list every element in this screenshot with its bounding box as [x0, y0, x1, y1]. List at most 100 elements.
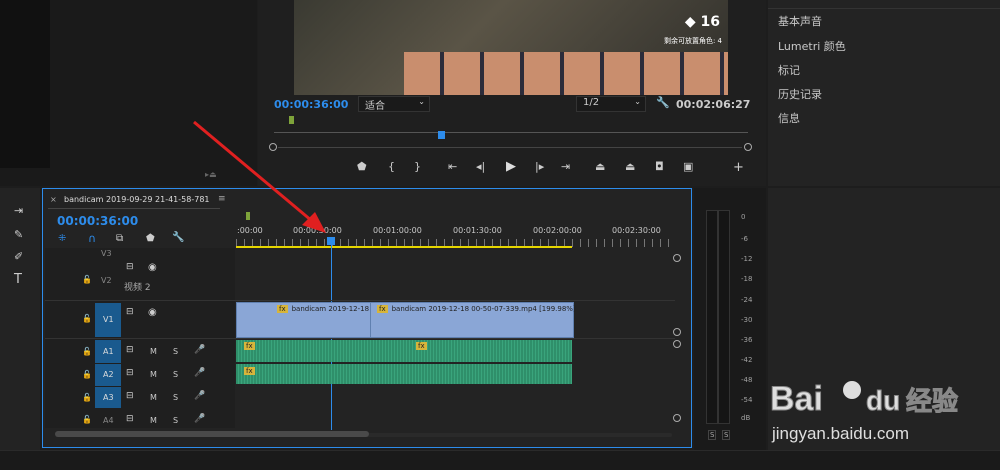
- nest-icon[interactable]: ⁜: [58, 233, 66, 244]
- eye-icon[interactable]: ◉: [148, 262, 157, 273]
- baidu-logo: Bai du 经验: [770, 372, 990, 422]
- program-scrubber[interactable]: [274, 132, 748, 133]
- audio-clip-a2[interactable]: fx: [236, 364, 572, 384]
- video-clip[interactable]: fx bandicam 2019-12-18 00-50-07-339.mp4 […: [370, 302, 576, 338]
- track-select-icon[interactable]: ⇥: [14, 204, 23, 217]
- lock-icon[interactable]: 🔓: [82, 393, 92, 402]
- svg-text:Bai: Bai: [770, 380, 823, 418]
- ruler-label: :00:00: [237, 226, 263, 235]
- eye-icon[interactable]: ◉: [148, 307, 157, 318]
- linked-selection-icon[interactable]: ⧉: [116, 233, 123, 244]
- character-portraits: [404, 52, 728, 95]
- menu-markers[interactable]: 标记: [778, 62, 800, 78]
- scroll-handle-bottom[interactable]: [673, 414, 681, 422]
- meter-solo-right[interactable]: S: [722, 430, 731, 440]
- mute-button[interactable]: M: [150, 416, 157, 425]
- ruler-label: 00:01:00:00: [373, 226, 422, 235]
- solo-button[interactable]: S: [173, 416, 178, 425]
- meter-label: -12: [741, 255, 753, 263]
- fit-label: 适合: [365, 101, 385, 112]
- microphone-icon[interactable]: 🎤: [194, 414, 205, 424]
- mute-button[interactable]: M: [150, 393, 157, 402]
- track-label-a3[interactable]: A3: [103, 393, 114, 402]
- sync-icon[interactable]: ⊟: [126, 307, 134, 317]
- audio-clip-a1[interactable]: fx fx: [236, 340, 572, 362]
- ruler-in-marker[interactable]: [246, 212, 250, 220]
- step-back-icon[interactable]: ◂|: [476, 160, 485, 173]
- mute-button[interactable]: M: [150, 347, 157, 356]
- step-forward-icon[interactable]: |▸: [535, 160, 544, 173]
- fit-dropdown[interactable]: 适合 ⌄: [358, 96, 430, 112]
- add-marker-icon[interactable]: ⬟: [146, 233, 155, 244]
- lock-icon[interactable]: 🔓: [82, 314, 92, 323]
- sync-icon[interactable]: ⊟: [126, 345, 134, 355]
- microphone-icon[interactable]: 🎤: [194, 391, 205, 401]
- menu-info[interactable]: 信息: [778, 110, 800, 126]
- solo-button[interactable]: S: [173, 393, 178, 402]
- in-point-marker[interactable]: [289, 116, 294, 124]
- meter-solo-left[interactable]: S: [708, 430, 717, 440]
- timeline-hscroll-thumb[interactable]: [55, 431, 369, 437]
- snap-icon[interactable]: ∩: [88, 232, 96, 245]
- go-to-out-icon[interactable]: ⇥: [561, 160, 570, 173]
- timeline-timecode[interactable]: 00:00:36:00: [57, 214, 138, 228]
- track-label-v1[interactable]: V1: [103, 315, 114, 324]
- type-tool-icon[interactable]: T: [14, 272, 22, 287]
- menu-lumetri-color[interactable]: Lumetri 颜色: [778, 38, 846, 54]
- scroll-handle-top[interactable]: [673, 254, 681, 262]
- extract-icon[interactable]: ⏏: [625, 160, 635, 173]
- track-label-a2[interactable]: A2: [103, 370, 114, 379]
- mute-button[interactable]: M: [150, 370, 157, 379]
- track-label-a1[interactable]: A1: [103, 347, 114, 356]
- razor-icon[interactable]: ✐: [14, 250, 23, 263]
- menu-essential-sound[interactable]: 基本声音: [778, 13, 822, 29]
- resolution-label: 1/2: [583, 97, 600, 108]
- program-playhead[interactable]: [438, 131, 445, 139]
- sync-icon[interactable]: ⊟: [126, 414, 134, 424]
- track-label-v2[interactable]: V2: [101, 276, 112, 285]
- mark-in-icon[interactable]: {: [388, 160, 395, 173]
- close-tab-icon[interactable]: ×: [50, 195, 57, 204]
- work-area-bar[interactable]: [236, 246, 572, 248]
- ruler-label: 00:02:30:00: [612, 226, 661, 235]
- export-frame-icon[interactable]: ▸⏏: [205, 170, 217, 179]
- menu-history[interactable]: 历史记录: [778, 86, 822, 102]
- video-clip[interactable]: fx bandicam 2019-12-18: [236, 302, 372, 338]
- compare-icon[interactable]: ▣: [683, 160, 693, 173]
- ripple-edit-icon[interactable]: ✎: [14, 228, 23, 241]
- lock-icon[interactable]: 🔓: [82, 370, 92, 379]
- add-button-icon[interactable]: +: [733, 160, 744, 175]
- lift-icon[interactable]: ⏏: [595, 160, 605, 173]
- lock-icon[interactable]: 🔓: [82, 347, 92, 356]
- scrubber-end-handle[interactable]: [744, 143, 752, 151]
- scroll-handle-mid[interactable]: [673, 328, 681, 336]
- microphone-icon[interactable]: 🎤: [194, 345, 205, 355]
- program-timecode[interactable]: 00:00:36:00: [274, 98, 348, 111]
- sync-icon[interactable]: ⊟: [126, 262, 134, 272]
- go-to-in-icon[interactable]: ⇤: [448, 160, 457, 173]
- scrubber-start-handle[interactable]: [269, 143, 277, 151]
- camera-icon[interactable]: ◘: [655, 160, 664, 173]
- play-icon[interactable]: ▶: [506, 159, 516, 174]
- scrubber-bar[interactable]: [278, 147, 742, 148]
- timeline-playhead[interactable]: [327, 237, 335, 245]
- sequence-tab[interactable]: bandicam 2019-09-29 21-41-58-781: [64, 195, 210, 204]
- timeline-settings-icon[interactable]: 🔧: [172, 232, 184, 243]
- track-label-a4[interactable]: A4: [103, 416, 114, 425]
- mark-out-icon[interactable]: }: [414, 160, 421, 173]
- sync-icon[interactable]: ⊟: [126, 391, 134, 401]
- resolution-dropdown[interactable]: 1/2 ⌄: [576, 96, 646, 112]
- lock-icon[interactable]: 🔓: [82, 415, 92, 424]
- microphone-icon[interactable]: 🎤: [194, 368, 205, 378]
- game-text: 剩余可放置角色: 4: [663, 37, 722, 45]
- wrench-icon[interactable]: 🔧: [656, 96, 670, 109]
- meter-label: -48: [741, 376, 753, 384]
- scroll-handle-a[interactable]: [673, 340, 681, 348]
- program-video-frame: ◆ 16 剩余可放置角色: 4: [294, 0, 728, 95]
- solo-button[interactable]: S: [173, 370, 178, 379]
- solo-button[interactable]: S: [173, 347, 178, 356]
- marker-icon[interactable]: ⬟: [357, 160, 367, 173]
- lock-icon[interactable]: 🔓: [82, 275, 92, 284]
- tab-menu-icon[interactable]: ≡: [218, 194, 226, 204]
- sync-icon[interactable]: ⊟: [126, 368, 134, 378]
